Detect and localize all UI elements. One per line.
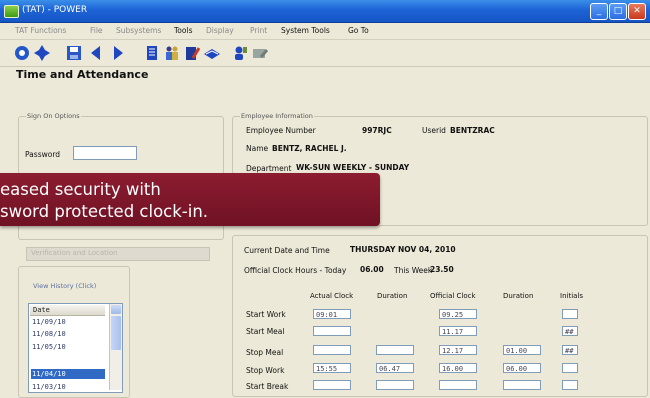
stop-meal-initials[interactable]: ##: [562, 345, 578, 355]
list-item[interactable]: 11/03/10: [32, 383, 66, 391]
start-break-official-duration[interactable]: [503, 380, 541, 390]
name-label: Name: [246, 144, 269, 153]
menu-tools[interactable]: Tools: [174, 26, 192, 35]
menu-subsystems[interactable]: Subsystems: [116, 26, 161, 35]
current-date-label: Current Date and Time: [244, 246, 330, 255]
notepad-icon[interactable]: [184, 45, 200, 61]
navigate-icon[interactable]: [34, 45, 50, 61]
employee-information-label: Employee Information: [240, 112, 314, 120]
stop-work-duration[interactable]: 06.47: [376, 363, 414, 373]
row-label-start-work: Start Work: [246, 310, 286, 319]
menu-bar: TAT Functions File Subsystems Tools Disp…: [0, 23, 650, 40]
start-meal-initials[interactable]: ##: [562, 326, 578, 336]
maximize-button[interactable]: □: [609, 3, 627, 20]
scroll-thumb[interactable]: [111, 316, 121, 350]
today-hours-label: Official Clock Hours - Today: [244, 266, 347, 275]
today-hours-value: 06.00: [360, 265, 384, 274]
page-title: Time and Attendance: [16, 68, 149, 81]
stop-meal-duration[interactable]: [376, 345, 414, 355]
employee-number-label: Employee Number: [246, 126, 316, 135]
employee-number-value: 997RJC: [362, 126, 392, 135]
close-button[interactable]: ✕: [628, 3, 646, 20]
stop-meal-official[interactable]: 12.17: [439, 345, 477, 355]
stop-work-initials[interactable]: [562, 363, 578, 373]
stop-meal-official-duration[interactable]: 01.00: [503, 345, 541, 355]
row-label-start-meal: Start Meal: [246, 327, 285, 336]
window-title: (TAT) - POWER: [22, 5, 88, 15]
menu-tat-functions[interactable]: TAT Functions: [15, 26, 66, 35]
header-initials: Initials: [560, 292, 584, 300]
row-label-start-break: Start Break: [246, 382, 289, 391]
promo-banner-line1: eased security with: [0, 180, 161, 199]
start-break-actual[interactable]: [313, 380, 351, 390]
app-icon: [4, 5, 19, 18]
menu-go-to[interactable]: Go To: [348, 26, 369, 35]
menu-display[interactable]: Display: [206, 26, 234, 35]
stop-work-official[interactable]: 16.00: [439, 363, 477, 373]
list-item[interactable]: 11/08/10: [32, 330, 66, 338]
header-actual-clock: Actual Clock: [310, 292, 354, 300]
stop-work-official-duration[interactable]: 06.00: [503, 363, 541, 373]
history-scrollbar[interactable]: [109, 304, 122, 390]
department-value: WK-SUN WEEKLY - SUNDAY: [296, 163, 410, 172]
current-date-value: THURSDAY NOV 04, 2010: [350, 245, 456, 254]
promo-banner-line2: sword protected clock-in.: [0, 202, 209, 221]
scroll-up-icon[interactable]: [111, 305, 121, 314]
header-official-duration: Duration: [503, 292, 534, 300]
start-break-duration[interactable]: [376, 380, 414, 390]
sign-on-options-label: Sign On Options: [26, 112, 81, 120]
list-item[interactable]: 11/04/10: [32, 370, 66, 378]
next-icon[interactable]: [110, 45, 126, 61]
department-label: Department: [246, 164, 292, 173]
header-official-clock: Official Clock: [430, 292, 476, 300]
people-icon[interactable]: [164, 45, 180, 61]
start-meal-actual[interactable]: [313, 326, 351, 336]
history-header-label: Date: [33, 306, 50, 314]
menu-system-tools[interactable]: System Tools: [281, 26, 330, 35]
list-item[interactable]: 11/05/10: [32, 343, 66, 351]
row-label-stop-work: Stop Work: [246, 366, 285, 375]
week-hours-label: This Week: [394, 266, 433, 275]
start-work-official[interactable]: 09.25: [439, 309, 477, 319]
userid-value: BENTZRAC: [450, 126, 495, 135]
person-icon[interactable]: [232, 45, 248, 61]
save-icon[interactable]: [66, 45, 82, 61]
document-icon[interactable]: [144, 45, 160, 61]
history-header[interactable]: Date: [30, 305, 105, 316]
start-break-initials[interactable]: [562, 380, 578, 390]
title-bar: (TAT) - POWER _ □ ✕: [0, 0, 650, 23]
promo-banner: eased security with sword protected cloc…: [0, 173, 380, 226]
password-label: Password: [25, 150, 61, 159]
header-duration: Duration: [377, 292, 408, 300]
start-meal-official[interactable]: 11.17: [439, 326, 477, 336]
name-value: BENTZ, RACHEL J.: [272, 144, 347, 153]
minimize-button[interactable]: _: [590, 3, 608, 20]
list-item[interactable]: 11/09/10: [32, 318, 66, 326]
password-field[interactable]: [73, 146, 137, 160]
stop-work-actual[interactable]: 15:55: [313, 363, 351, 373]
row-label-stop-meal: Stop Meal: [246, 348, 284, 357]
verification-button-label: Verification and Location: [31, 249, 118, 257]
start-break-official[interactable]: [439, 380, 477, 390]
week-hours-value: 23.50: [430, 265, 454, 274]
menu-print[interactable]: Print: [250, 26, 267, 35]
menu-file[interactable]: File: [90, 26, 103, 35]
globe-icon[interactable]: [14, 45, 30, 61]
toolbar: [0, 40, 650, 67]
userid-label: Userid: [422, 126, 446, 135]
history-list[interactable]: Date 11/09/10 11/08/10 11/05/10 11/04/10…: [28, 303, 123, 393]
start-work-initials[interactable]: [562, 309, 578, 319]
verification-button[interactable]: Verification and Location: [26, 247, 210, 261]
view-history-link[interactable]: View History (Click): [33, 282, 96, 290]
previous-icon[interactable]: [88, 45, 104, 61]
book-icon[interactable]: [204, 45, 220, 61]
edit-icon[interactable]: [252, 45, 268, 61]
stop-meal-actual[interactable]: [313, 345, 351, 355]
start-work-actual[interactable]: 09:01: [313, 309, 351, 319]
